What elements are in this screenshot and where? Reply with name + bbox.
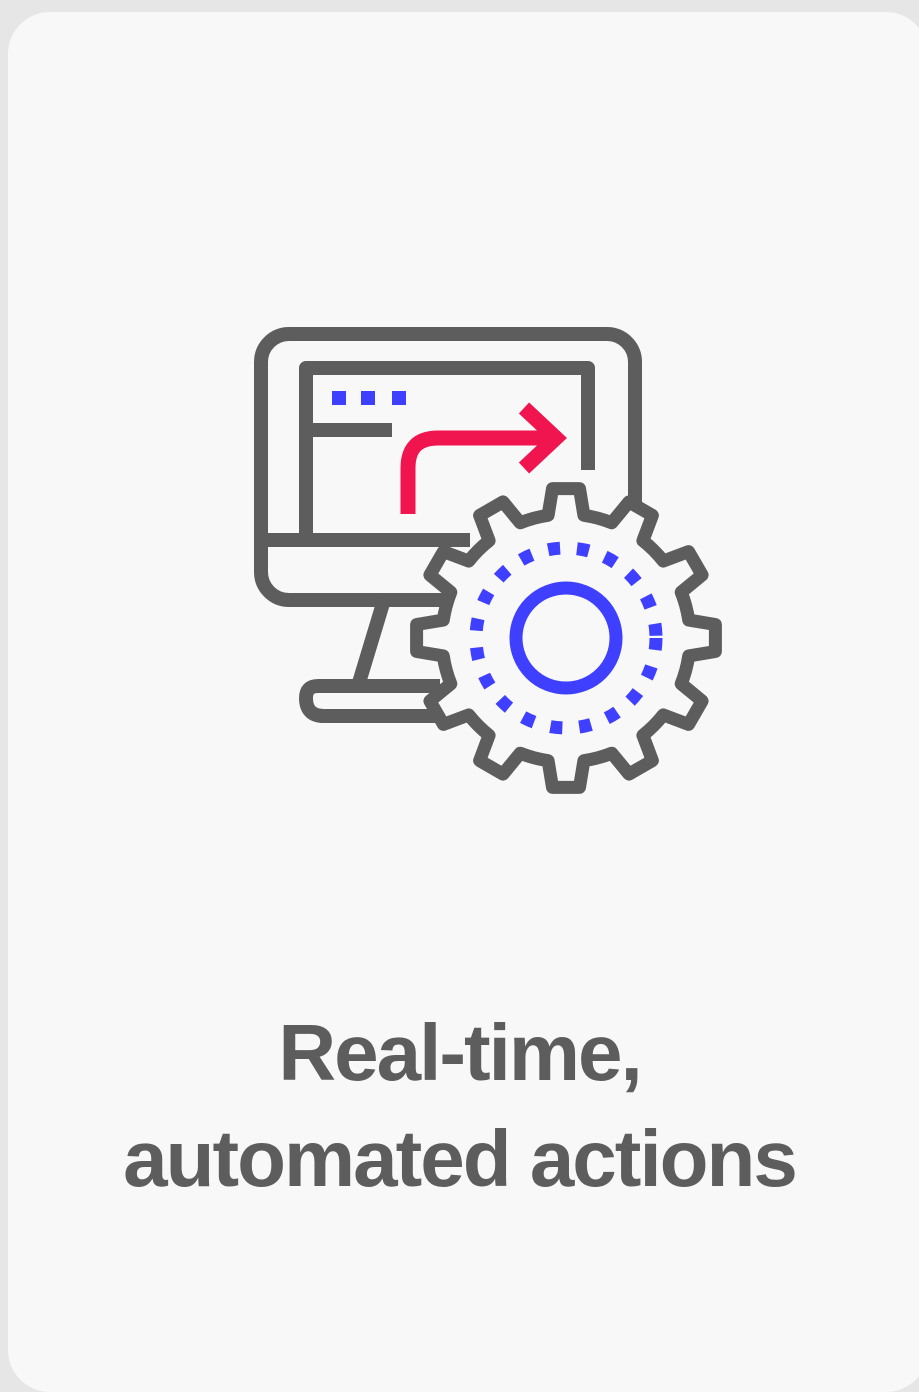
card-title: Real-time, automated actions — [0, 1000, 919, 1212]
card-title-line-2: automated actions — [123, 1114, 798, 1203]
window-dots-icon — [332, 391, 406, 405]
arrow-right-icon — [400, 402, 567, 514]
card-title-line-1: Real-time, — [278, 1008, 642, 1097]
monitor-gear-automation-icon — [254, 327, 722, 794]
feature-illustration — [0, 0, 919, 900]
